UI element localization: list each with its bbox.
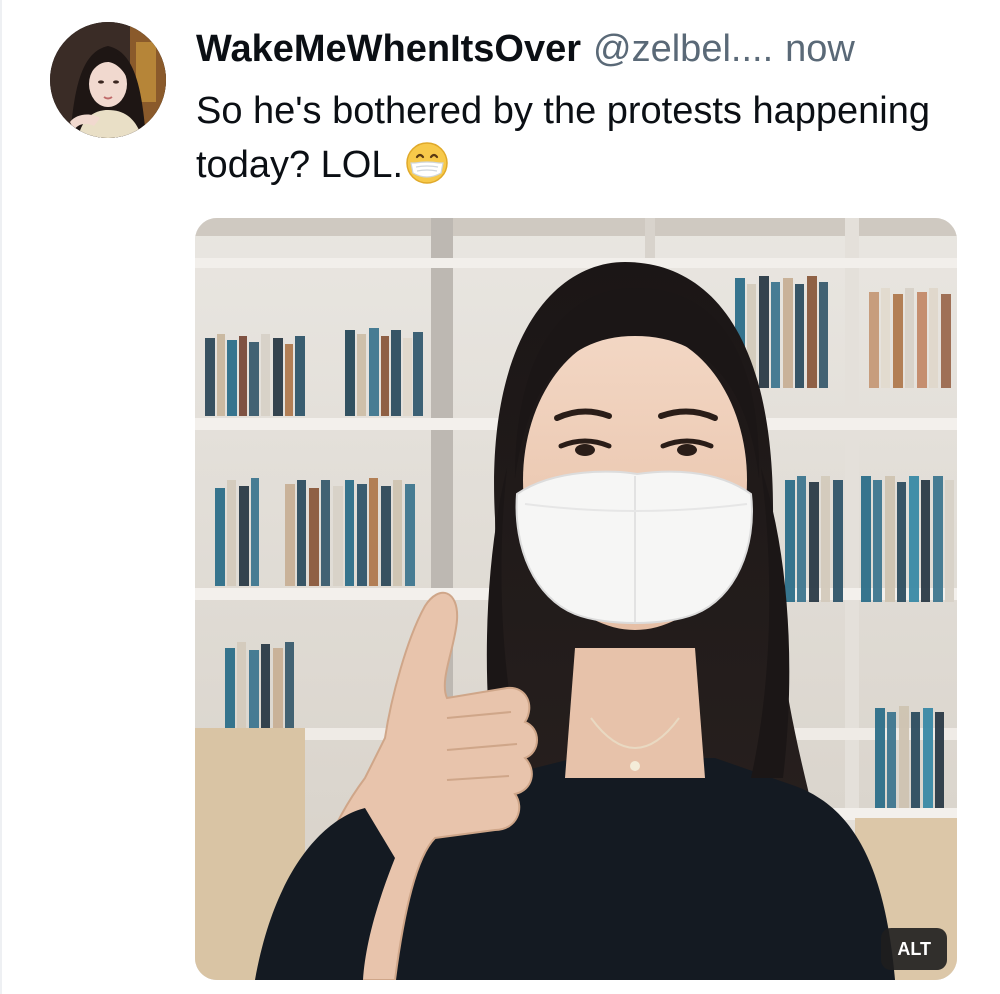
post-text-container: So he's bothered by the protests happeni… xyxy=(196,84,956,200)
post-header: WakeMeWhenItsOver @zelbel.... now xyxy=(196,24,960,74)
author-display-name[interactable]: WakeMeWhenItsOver xyxy=(196,24,581,74)
post-text: So he's bothered by the protests happeni… xyxy=(196,90,931,186)
post-media-image[interactable]: ALT xyxy=(195,218,957,980)
post-card: WakeMeWhenItsOver @zelbel.... now So he'… xyxy=(0,0,1000,994)
thread-divider xyxy=(0,0,2,994)
alt-text-badge[interactable]: ALT xyxy=(881,928,947,970)
author-handle[interactable]: @zelbel.... xyxy=(593,24,773,74)
author-avatar[interactable] xyxy=(50,22,166,138)
post-timestamp[interactable]: now xyxy=(785,24,855,74)
face-with-medical-mask-icon xyxy=(405,141,449,200)
